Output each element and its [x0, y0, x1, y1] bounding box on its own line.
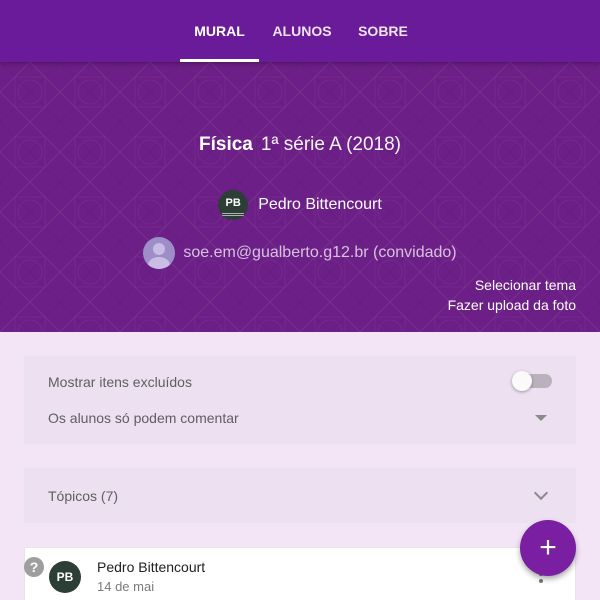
topics-card[interactable]: Tópicos (7) [24, 468, 576, 523]
tab-alunos-label: ALUNOS [272, 23, 332, 39]
teacher-avatar: PB [218, 190, 249, 220]
dropdown-arrow-icon[interactable] [535, 415, 547, 421]
post-author-name: Pedro Bittencourt [97, 559, 206, 575]
select-theme-link[interactable]: Selecionar tema [475, 277, 576, 293]
tab-mural-label: MURAL [194, 23, 245, 39]
post-author-avatar: PB [49, 561, 81, 593]
show-deleted-toggle[interactable] [512, 371, 552, 391]
tab-sobre-label: SOBRE [358, 23, 408, 39]
guest-email: soe.em@gualberto.g12.br (convidado) [183, 244, 457, 261]
course-section: 1ª série A (2018) [260, 134, 401, 155]
student-permission-select[interactable]: Os alunos só podem comentar [48, 410, 239, 426]
upload-photo-link[interactable]: Fazer upload da foto [448, 297, 576, 313]
teacher-name: Pedro Bittencourt [258, 196, 382, 213]
top-nav-bar: MURAL ALUNOS SOBRE [0, 0, 600, 62]
show-deleted-label: Mostrar itens excluídos [48, 374, 192, 390]
course-title: Física 1ª série A (2018) [0, 134, 600, 156]
guest-avatar-icon [143, 237, 176, 269]
tab-alunos[interactable]: ALUNOS [264, 0, 340, 62]
post-card: PB Pedro Bittencourt 14 de mai [24, 547, 576, 600]
class-banner: Física 1ª série A (2018) PB Pedro Bittenc… [0, 62, 600, 332]
tab-mural[interactable]: MURAL [180, 0, 259, 62]
active-tab-indicator [180, 59, 259, 62]
course-subject: Física [199, 134, 253, 155]
tab-sobre[interactable]: SOBRE [348, 0, 418, 62]
chevron-down-icon[interactable] [533, 485, 549, 501]
add-fab-button[interactable]: + [520, 520, 576, 576]
help-icon[interactable]: ? [24, 557, 44, 577]
topics-label: Tópicos (7) [48, 488, 119, 504]
guest-row: soe.em@gualberto.g12.br (convidado) [0, 237, 600, 274]
teacher-avatar-initials: PB [225, 197, 241, 209]
stream-settings-card: Mostrar itens excluídos Os alunos só pod… [24, 356, 576, 444]
teacher-row: PB Pedro Bittencourt [0, 190, 600, 220]
post-date: 14 de mai [97, 579, 155, 594]
